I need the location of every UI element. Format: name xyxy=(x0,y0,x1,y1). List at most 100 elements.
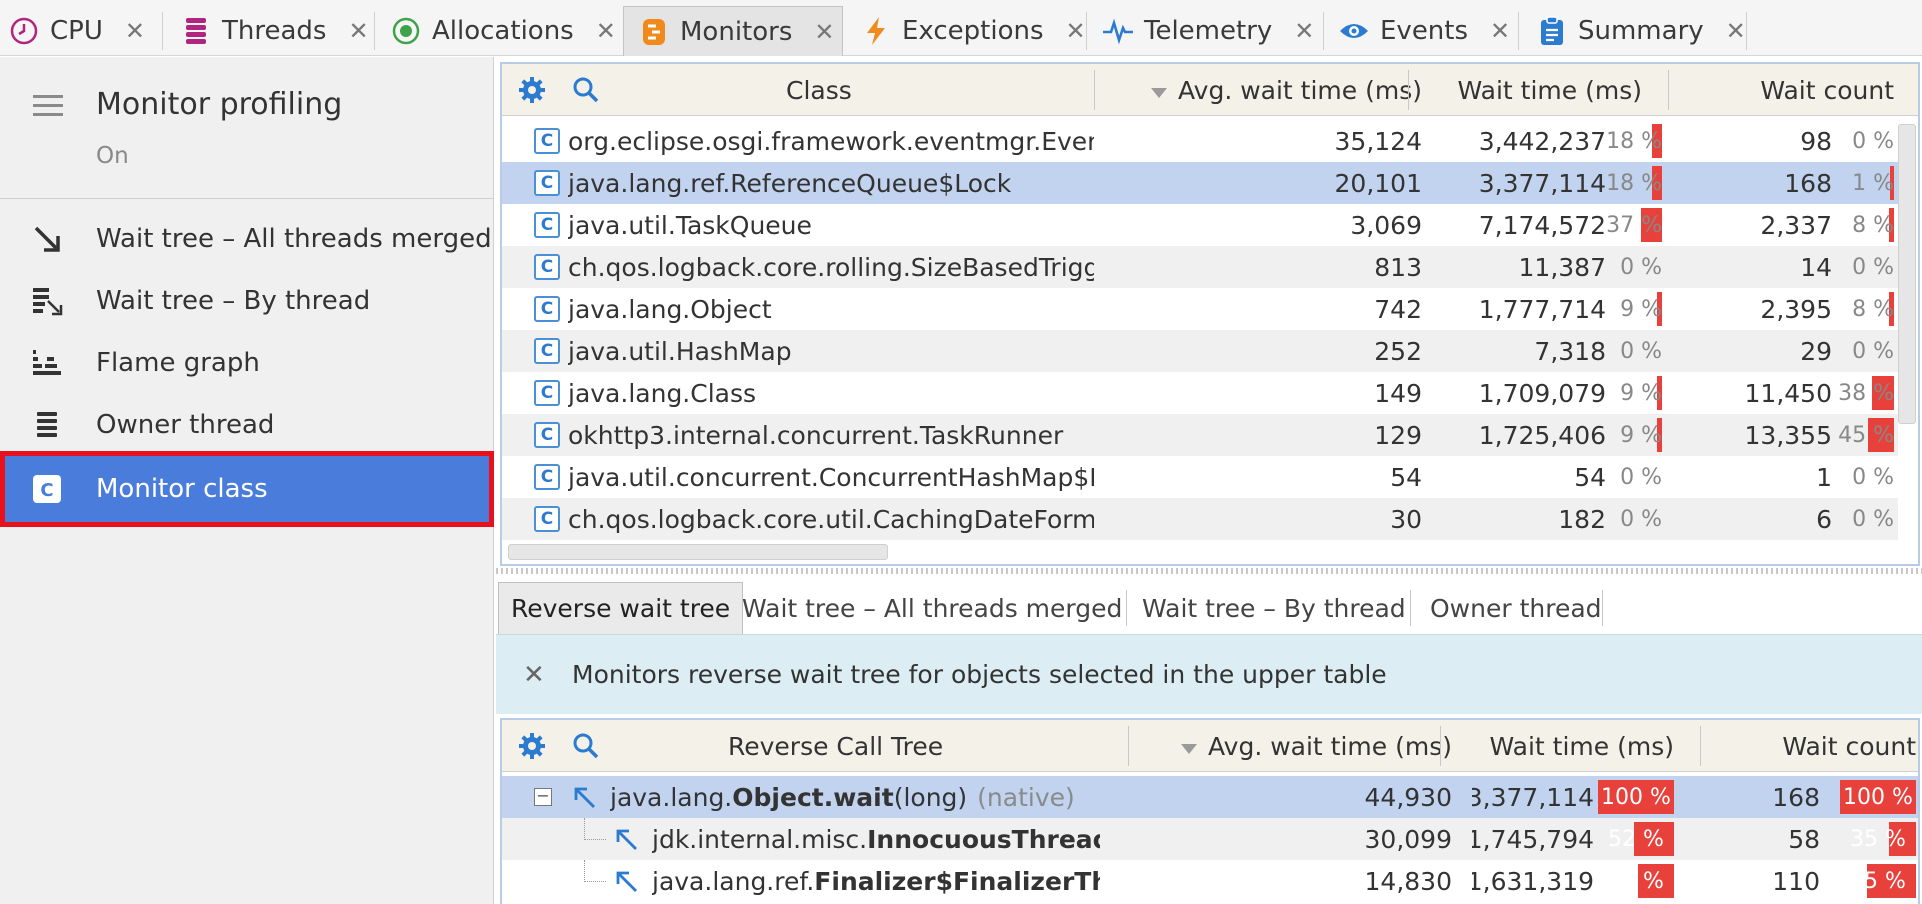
tab-monitors[interactable]: Monitors ✕ xyxy=(623,6,843,56)
tab-cpu[interactable]: CPU ✕ xyxy=(8,6,145,56)
sidebar-item-label: Flame graph xyxy=(96,348,260,378)
tree-node[interactable]: − java.lang. Object.wait (long) (native) 44,9… xyxy=(502,776,1918,818)
tab-threads[interactable]: Threads ✕ xyxy=(180,6,369,56)
close-icon[interactable]: ✕ xyxy=(1066,17,1086,45)
class-c-icon: C xyxy=(534,464,560,490)
close-icon[interactable]: ✕ xyxy=(1490,17,1510,45)
horizontal-scrollbar[interactable] xyxy=(508,544,888,560)
tab-label: Threads xyxy=(222,16,327,46)
table-row[interactable]: Corg.eclipse.osgi.framework.eventmgr.Eve… xyxy=(502,120,1898,162)
close-icon[interactable]: ✕ xyxy=(814,18,834,46)
avg-wait-time: 14,830 xyxy=(1364,866,1452,896)
table-row[interactable]: Cjava.lang.ref.ReferenceQueue$Lock 20,101… xyxy=(502,162,1898,204)
tab-wait-tree-all-threads[interactable]: Wait tree – All threads merged xyxy=(730,582,1134,634)
table-row[interactable]: Cch.qos.logback.core.util.CachingDateFor… xyxy=(502,498,1898,540)
profiling-status: On xyxy=(96,143,129,169)
search-icon[interactable] xyxy=(572,720,600,772)
column-header-wait-count[interactable]: Wait count xyxy=(1712,720,1916,772)
arrow-up-left-icon xyxy=(614,827,640,853)
column-header-wait-count[interactable]: Wait count xyxy=(1682,64,1894,116)
wait-time: 3,377,114 xyxy=(1472,782,1594,812)
wait-count: 29 xyxy=(1800,336,1832,366)
tab-allocations[interactable]: Allocations ✕ xyxy=(390,6,616,56)
class-c-icon: C xyxy=(534,506,560,532)
tab-owner-thread[interactable]: Owner thread xyxy=(1418,582,1614,634)
close-icon[interactable]: ✕ xyxy=(348,17,368,45)
arrow-up-left-icon xyxy=(572,785,598,811)
close-icon[interactable]: ✕ xyxy=(596,17,616,45)
wait-count-percent: 38 % xyxy=(1838,380,1894,406)
tree-node[interactable]: jdk.internal.misc.InnocuousThread.run 30,… xyxy=(502,818,1918,860)
tab-telemetry[interactable]: Telemetry ✕ xyxy=(1102,6,1314,56)
detail-tab-bar: Reverse wait tree Wait tree – All thread… xyxy=(496,582,1922,634)
tab-label: Allocations xyxy=(432,16,574,46)
column-header-avg-wait[interactable]: Avg. wait time (ms) xyxy=(1122,64,1422,116)
sidebar-title: Monitor profiling xyxy=(96,87,343,122)
wait-time-percent: 18 % xyxy=(1606,170,1662,196)
class-c-icon: C xyxy=(534,338,560,364)
table-row[interactable]: Cokhttp3.internal.concurrent.TaskRunner 1… xyxy=(502,414,1898,456)
tab-wait-tree-by-thread[interactable]: Wait tree – By thread xyxy=(1130,582,1418,634)
vertical-scrollbar[interactable] xyxy=(1898,124,1916,424)
hamburger-menu-icon[interactable] xyxy=(33,95,63,122)
sidebar-item-wait-tree-all-threads[interactable]: Wait tree – All threads merged xyxy=(0,208,494,270)
close-icon[interactable]: ✕ xyxy=(1294,17,1314,45)
wait-count-percent: 100 % xyxy=(1843,784,1913,810)
split-pane-divider[interactable] xyxy=(496,568,1922,574)
close-icon[interactable]: ✕ xyxy=(1726,17,1746,45)
avg-wait-time: 20,101 xyxy=(1334,168,1422,198)
close-icon[interactable]: ✕ xyxy=(523,660,545,690)
wait-time-percent: 9 % xyxy=(1620,380,1662,406)
search-icon[interactable] xyxy=(572,64,600,116)
class-name: java.lang.ref.ReferenceQueue$Lock xyxy=(568,168,1012,198)
wait-count: 6 xyxy=(1816,504,1832,534)
tab-exceptions[interactable]: Exceptions ✕ xyxy=(860,6,1086,56)
class-c-icon: C xyxy=(534,296,560,322)
tab-reverse-wait-tree[interactable]: Reverse wait tree xyxy=(498,582,744,634)
wait-count: 14 xyxy=(1800,252,1832,282)
wait-time: 1,725,406 xyxy=(1478,420,1606,450)
tab-events[interactable]: Events ✕ xyxy=(1338,6,1510,56)
wait-count-percent: 8 % xyxy=(1852,212,1894,238)
table-row[interactable]: Cjava.lang.Object 742 1,777,714 9 % 2,395 8 % xyxy=(502,288,1898,330)
column-header-class[interactable]: Class xyxy=(786,64,852,116)
column-header-wait-time[interactable]: Wait time (ms) xyxy=(1442,64,1642,116)
wait-count: 168 xyxy=(1772,782,1820,812)
settings-gear-icon[interactable] xyxy=(518,720,546,772)
close-icon[interactable]: ✕ xyxy=(125,17,145,45)
settings-gear-icon[interactable] xyxy=(518,64,546,116)
sidebar-item-flame-graph[interactable]: Flame graph xyxy=(0,332,494,394)
wait-time-percent: 18 % xyxy=(1606,128,1662,154)
table-row[interactable]: Cjava.util.concurrent.ConcurrentHashMap$… xyxy=(502,456,1898,498)
clipboard-icon xyxy=(1536,15,1568,47)
class-name: org.eclipse.osgi.framework.eventmgr.Even… xyxy=(568,126,1094,156)
table-row[interactable]: Cjava.util.TaskQueue 3,069 7,174,572 37 % 2,… xyxy=(502,204,1898,246)
collapse-icon[interactable]: − xyxy=(534,788,552,806)
column-header-label: Avg. wait time (ms) xyxy=(1178,75,1422,105)
column-header-reverse-call-tree[interactable]: Reverse Call Tree xyxy=(728,720,943,772)
tab-summary[interactable]: Summary ✕ xyxy=(1536,6,1746,56)
monitors-icon xyxy=(638,16,670,48)
wait-by-thread-icon xyxy=(30,284,64,318)
wait-count: 58 xyxy=(1788,824,1820,854)
table-row[interactable]: Cjava.lang.Class 149 1,709,079 9 % 11,450 38 … xyxy=(502,372,1898,414)
column-header-avg-wait[interactable]: Avg. wait time (ms) xyxy=(1152,720,1452,772)
sidebar-item-wait-tree-by-thread[interactable]: Wait tree – By thread xyxy=(0,270,494,332)
class-name: java.lang.Class xyxy=(568,378,757,408)
table-row[interactable]: Cjava.util.HashMap 252 7,318 0 % 29 0 % xyxy=(502,330,1898,372)
wait-count-percent: 0 % xyxy=(1852,506,1894,532)
wait-time-percent: 52 % xyxy=(1608,826,1664,852)
sidebar-item-label: Wait tree – By thread xyxy=(96,286,371,316)
method-signature: (long) xyxy=(893,782,968,812)
sidebar-item-monitor-class[interactable]: C Monitor class xyxy=(0,451,494,527)
sidebar-item-owner-thread[interactable]: Owner thread xyxy=(0,394,494,456)
wait-time: 54 xyxy=(1574,462,1606,492)
tree-node[interactable]: java.lang.ref.Finalizer$FinalizerThread 1… xyxy=(502,860,1918,902)
tab-label: Summary xyxy=(1578,16,1704,46)
table-row[interactable]: Cch.qos.logback.core.rolling.SizeBasedTr… xyxy=(502,246,1898,288)
arrow-up-left-icon xyxy=(614,869,640,895)
column-header-wait-time[interactable]: Wait time (ms) xyxy=(1472,720,1674,772)
wait-time: 3,442,237 xyxy=(1478,126,1606,156)
avg-wait-time: 149 xyxy=(1374,378,1422,408)
wait-time-percent: 0 % xyxy=(1620,506,1662,532)
